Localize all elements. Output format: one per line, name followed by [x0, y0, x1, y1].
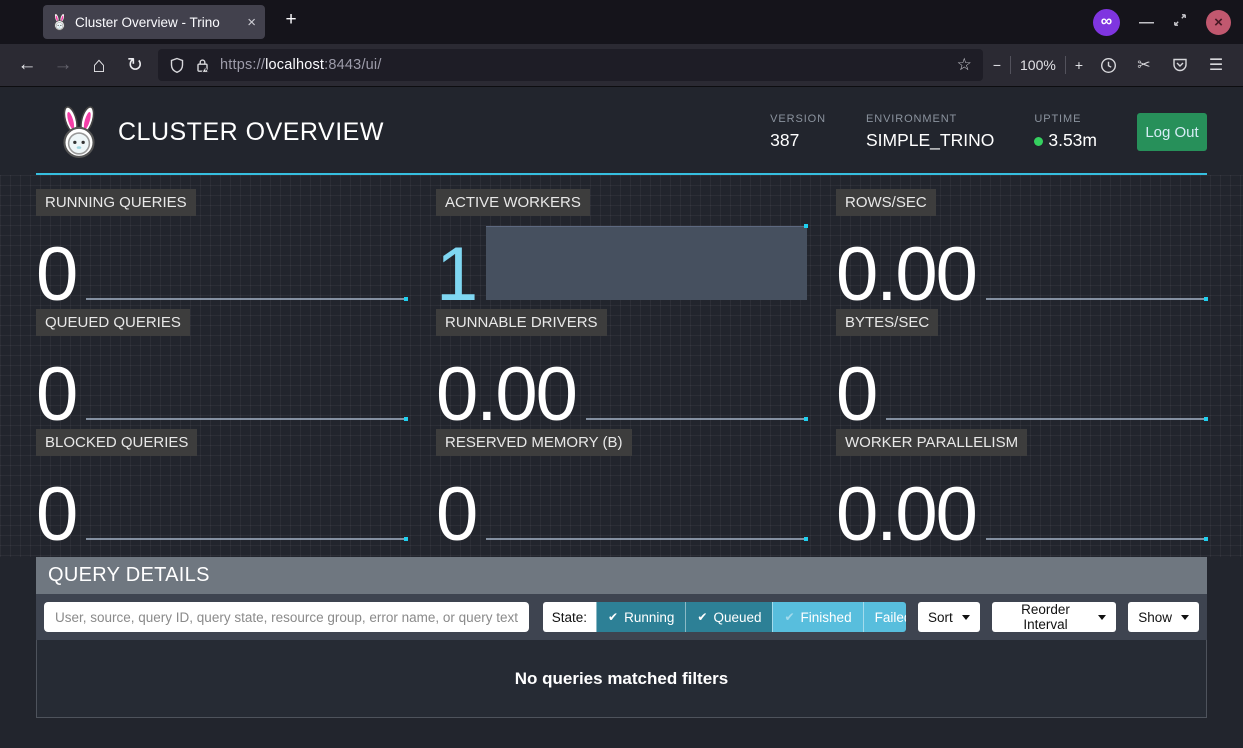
- stat-worker-parallelism: WORKER PARALLELISM 0.00: [836, 429, 1207, 539]
- divider: [1065, 56, 1066, 74]
- trino-logo-icon: [56, 105, 102, 159]
- tracking-shield-icon[interactable]: [169, 57, 185, 74]
- trino-page: CLUSTER OVERVIEW VERSION 387 ENVIRONMENT…: [0, 87, 1243, 748]
- stat-label: RESERVED MEMORY (B): [436, 429, 632, 456]
- check-icon: ✔: [697, 610, 707, 624]
- url-text: https://localhost:8443/ui/: [220, 57, 382, 73]
- chevron-down-icon: [962, 615, 970, 620]
- cluster-stats-grid: RUNNING QUERIES 0 ACTIVE WORKERS 1: [36, 189, 1207, 539]
- divider: [1010, 56, 1011, 74]
- browser-tab[interactable]: Cluster Overview - Trino ×: [43, 5, 265, 39]
- cluster-header: CLUSTER OVERVIEW VERSION 387 ENVIRONMENT…: [36, 87, 1207, 175]
- stat-blocked-queries: BLOCKED QUERIES 0: [36, 429, 407, 539]
- state-filter-queued[interactable]: ✔ Queued: [685, 602, 772, 632]
- version-info: VERSION 387: [770, 113, 826, 151]
- restore-window-button[interactable]: [1173, 13, 1187, 32]
- sparkline: [486, 538, 807, 540]
- state-filter-finished[interactable]: ✔ Finished: [772, 602, 862, 632]
- stat-label: ROWS/SEC: [836, 189, 936, 216]
- sparkline: [586, 418, 807, 420]
- state-filter-label: State:: [543, 602, 596, 632]
- bookmark-star-icon[interactable]: ☆: [957, 55, 972, 75]
- tab-title: Cluster Overview - Trino: [75, 15, 220, 30]
- stat-bytes-sec: BYTES/SEC 0: [836, 309, 1207, 419]
- url-bar[interactable]: https://localhost:8443/ui/ ☆: [158, 49, 983, 81]
- stat-active-workers: ACTIVE WORKERS 1: [436, 189, 807, 299]
- back-icon[interactable]: ←: [10, 54, 44, 76]
- sort-dropdown[interactable]: Sort: [918, 602, 980, 632]
- stat-value: 0: [36, 237, 76, 313]
- menu-hamburger-icon[interactable]: ☰: [1199, 55, 1233, 75]
- reorder-interval-dropdown[interactable]: Reorder Interval: [992, 602, 1116, 632]
- stat-rows-sec: ROWS/SEC 0.00: [836, 189, 1207, 299]
- browser-toolbar: ← → ⌂ ↻ https://localhost:8443/ui/ ☆ − 1…: [0, 44, 1243, 87]
- stat-label: QUEUED QUERIES: [36, 309, 190, 336]
- active-workers-link[interactable]: 1: [436, 237, 476, 313]
- zoom-out-icon[interactable]: −: [993, 57, 1001, 73]
- private-browsing-icon: ∞: [1093, 9, 1120, 36]
- check-icon: ✔: [608, 610, 618, 624]
- browser-window: Cluster Overview - Trino × + ∞ — × ← → ⌂…: [0, 0, 1243, 748]
- state-filter-group: State: ✔ Running ✔ Queued ✔ Finished: [543, 602, 906, 632]
- stat-value: 0.00: [436, 357, 576, 433]
- sparkline: [86, 538, 407, 540]
- reload-icon[interactable]: ↻: [118, 54, 152, 77]
- stat-value: 0.00: [836, 237, 976, 313]
- new-tab-button[interactable]: +: [278, 9, 304, 31]
- minimize-button[interactable]: —: [1139, 14, 1154, 31]
- zoom-level[interactable]: 100%: [1020, 57, 1056, 73]
- chevron-down-icon: [1181, 615, 1189, 620]
- stat-queued-queries: QUEUED QUERIES 0: [36, 309, 407, 419]
- screenshot-icon[interactable]: ✂: [1127, 55, 1161, 75]
- stat-value: 0: [36, 357, 76, 433]
- zoom-in-icon[interactable]: +: [1075, 57, 1083, 73]
- uptime-status-dot: [1034, 137, 1043, 146]
- check-icon: ✔: [784, 610, 794, 624]
- query-search-input[interactable]: [44, 602, 529, 632]
- stat-value: 0: [836, 357, 876, 433]
- stat-runnable-drivers: RUNNABLE DRIVERS 0.00: [436, 309, 807, 419]
- stat-label: RUNNING QUERIES: [36, 189, 196, 216]
- environment-info: ENVIRONMENT SIMPLE_TRINO: [866, 113, 994, 151]
- stat-label: BLOCKED QUERIES: [36, 429, 197, 456]
- stat-value: 0: [436, 477, 476, 553]
- stat-label: BYTES/SEC: [836, 309, 938, 336]
- page-title: CLUSTER OVERVIEW: [118, 118, 384, 147]
- state-filter-failed-dropdown[interactable]: Failed: [863, 602, 906, 632]
- stat-value: 0: [36, 477, 76, 553]
- logout-button[interactable]: Log Out: [1137, 113, 1207, 151]
- sparkline: [86, 298, 407, 300]
- trino-favicon-icon: [52, 13, 67, 31]
- close-button[interactable]: ×: [1206, 10, 1231, 35]
- pocket-icon[interactable]: [1163, 57, 1197, 73]
- uptime-info: UPTIME 3.53m: [1034, 113, 1097, 151]
- stat-label: RUNNABLE DRIVERS: [436, 309, 607, 336]
- stat-reserved-memory: RESERVED MEMORY (B) 0: [436, 429, 807, 539]
- show-dropdown[interactable]: Show: [1128, 602, 1199, 632]
- insecure-lock-icon[interactable]: [194, 57, 211, 74]
- tab-close-icon[interactable]: ×: [247, 15, 256, 30]
- stat-value: 0.00: [836, 477, 976, 553]
- history-clock-icon[interactable]: [1091, 57, 1125, 74]
- browser-titlebar: Cluster Overview - Trino × + ∞ — ×: [0, 0, 1243, 44]
- sparkline: [486, 226, 807, 300]
- empty-queries-message: No queries matched filters: [36, 640, 1207, 718]
- sparkline: [86, 418, 407, 420]
- sparkline: [986, 538, 1207, 540]
- sparkline: [986, 298, 1207, 300]
- home-icon[interactable]: ⌂: [82, 52, 116, 78]
- forward-icon: →: [46, 54, 80, 76]
- stat-running-queries: RUNNING QUERIES 0: [36, 189, 407, 299]
- stat-label: WORKER PARALLELISM: [836, 429, 1027, 456]
- chevron-down-icon: [1098, 615, 1106, 620]
- stat-label: ACTIVE WORKERS: [436, 189, 590, 216]
- state-filter-running[interactable]: ✔ Running: [596, 602, 685, 632]
- sparkline: [886, 418, 1207, 420]
- query-details-title: QUERY DETAILS: [36, 557, 1207, 594]
- query-details-section: QUERY DETAILS State: ✔ Running ✔ Queued: [36, 557, 1207, 718]
- query-filter-toolbar: State: ✔ Running ✔ Queued ✔ Finished: [36, 594, 1207, 640]
